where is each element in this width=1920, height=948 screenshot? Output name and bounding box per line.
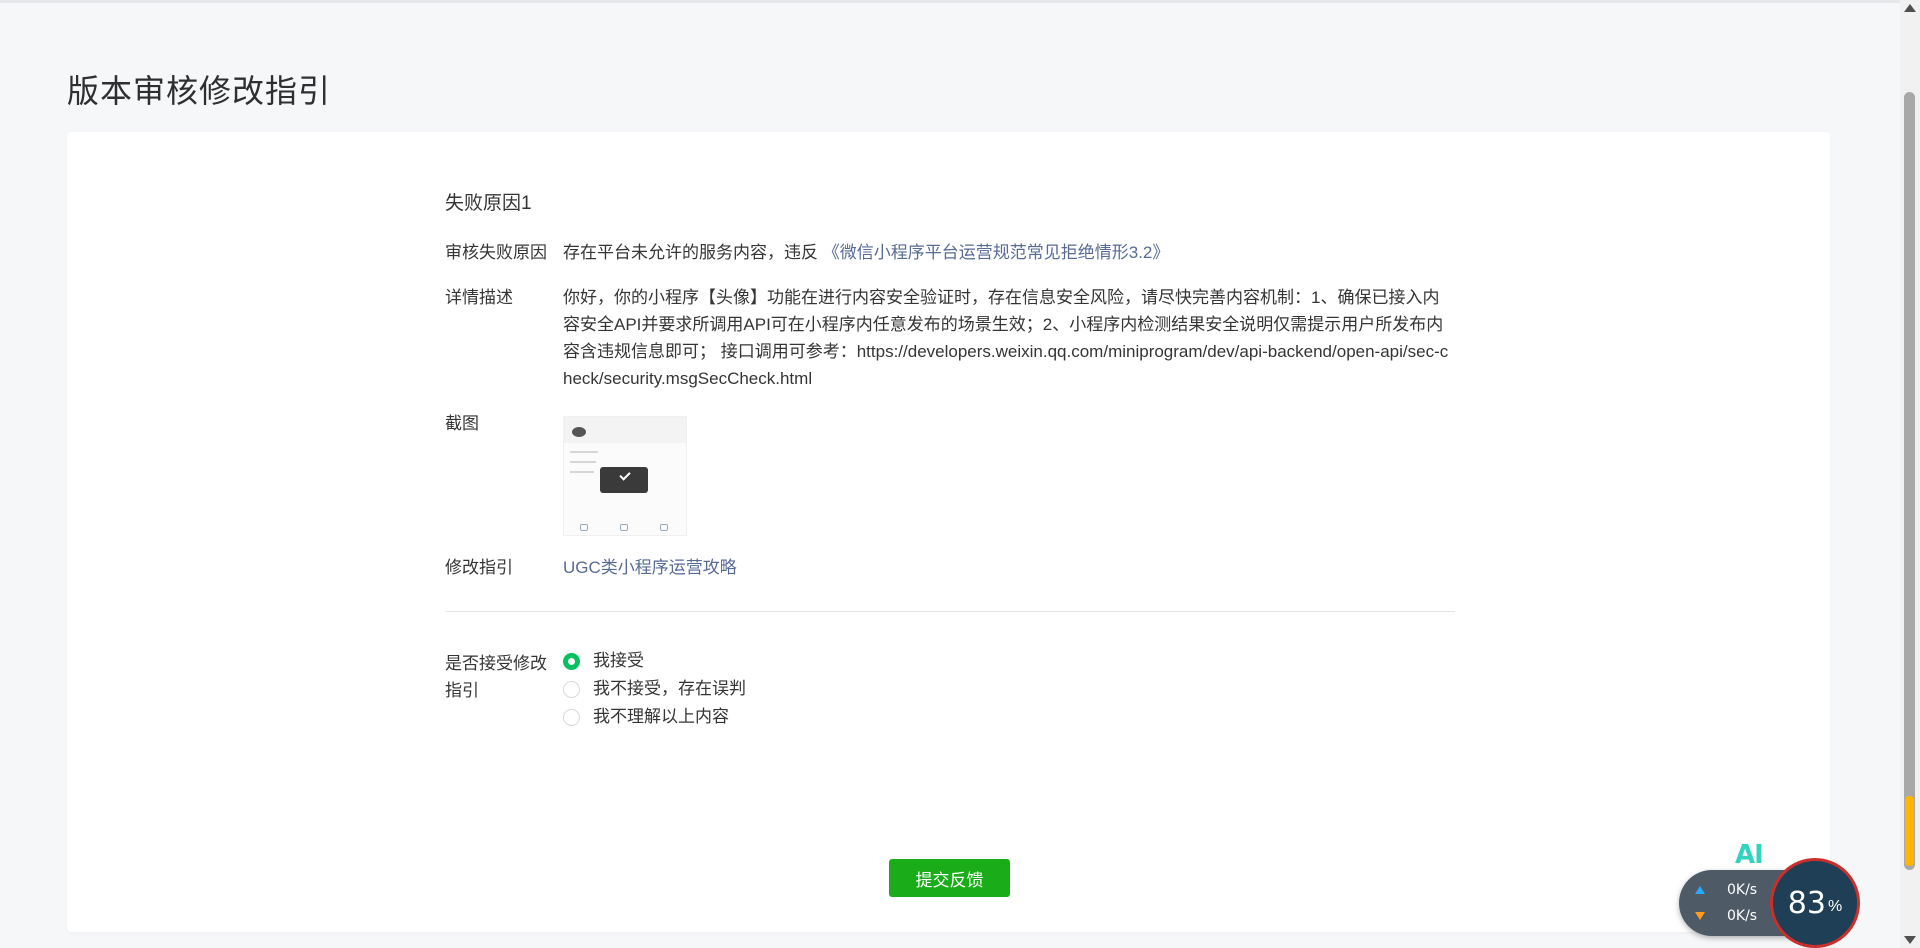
vertical-scrollbar[interactable] — [1900, 0, 1920, 948]
upload-arrow-icon — [1695, 886, 1705, 894]
review-card: 失败原因1 审核失败原因 存在平台未允许的服务内容，违反 《微信小程序平台运营规… — [67, 132, 1830, 932]
radio-unchecked-icon[interactable] — [563, 680, 580, 698]
review-content: 失败原因1 审核失败原因 存在平台未允许的服务内容，违反 《微信小程序平台运营规… — [445, 188, 1455, 746]
upload-speed-row: 0K/s — [1695, 882, 1757, 898]
scrollbar-thumb[interactable] — [1904, 92, 1915, 870]
radio-not-understand-label: 我不理解以上内容 — [593, 707, 729, 726]
download-arrow-icon — [1695, 912, 1705, 920]
guide-label: 修改指引 — [445, 558, 513, 577]
detail-label: 详情描述 — [445, 288, 513, 307]
ai-badge[interactable]: AI — [1735, 840, 1764, 870]
accept-row: 是否接受修改指引 我接受 我不接受，存在误判 我不理解以上内容 — [445, 650, 1455, 728]
top-border — [0, 0, 1900, 3]
screenshot-label: 截图 — [445, 414, 479, 433]
radio-accept[interactable]: 我接受 — [563, 650, 1455, 672]
accept-radio-group: 我接受 我不接受，存在误判 我不理解以上内容 — [563, 650, 1455, 728]
radio-reject-misjudge[interactable]: 我不接受，存在误判 — [563, 678, 1455, 700]
detail-row: 详情描述 你好，你的小程序【头像】功能在进行内容安全验证时，存在信息安全风险，请… — [445, 284, 1455, 392]
radio-accept-label: 我接受 — [593, 651, 644, 670]
failure-section-title: 失败原因1 — [445, 193, 532, 214]
guide-value: UGC类小程序运营攻略 — [563, 554, 1455, 581]
screenshot-row: 截图 — [445, 410, 1455, 536]
upload-speed: 0K/s — [1727, 882, 1758, 898]
submit-feedback-button[interactable]: 提交反馈 — [889, 859, 1010, 897]
radio-unchecked-icon[interactable] — [563, 708, 580, 726]
scroll-up-icon[interactable] — [1904, 4, 1916, 12]
reason-row: 审核失败原因 存在平台未允许的服务内容，违反 《微信小程序平台运营规范常见拒绝情… — [445, 239, 1455, 266]
radio-not-understand[interactable]: 我不理解以上内容 — [563, 706, 1455, 728]
rule-link[interactable]: 《微信小程序平台运营规范常见拒绝情形3.2》 — [823, 243, 1170, 262]
page-title: 版本审核修改指引 — [67, 73, 332, 109]
guide-link[interactable]: UGC类小程序运营攻略 — [563, 558, 737, 577]
scrollbar-accent — [1905, 796, 1914, 866]
cpu-value: 83 — [1787, 885, 1826, 921]
download-speed-row: 0K/s — [1695, 908, 1757, 924]
cpu-unit: % — [1827, 898, 1843, 915]
reason-value: 存在平台未允许的服务内容，违反 《微信小程序平台运营规范常见拒绝情形3.2》 — [563, 239, 1455, 266]
divider — [445, 611, 1455, 612]
screenshot-thumbnail[interactable] — [563, 416, 687, 536]
radio-reject-label: 我不接受，存在误判 — [593, 679, 746, 698]
accept-label: 是否接受修改指引 — [445, 654, 547, 700]
reason-label: 审核失败原因 — [445, 243, 547, 262]
radio-checked-icon[interactable] — [563, 652, 580, 670]
detail-text: 你好，你的小程序【头像】功能在进行内容安全验证时，存在信息安全风险，请尽快完善内… — [563, 288, 1449, 388]
reason-text: 存在平台未允许的服务内容，违反 — [563, 243, 818, 262]
screenshot-value — [563, 410, 1455, 536]
scroll-down-icon[interactable] — [1904, 936, 1916, 944]
guide-row: 修改指引 UGC类小程序运营攻略 — [445, 554, 1455, 581]
cpu-usage-ring[interactable]: 83 % — [1770, 858, 1860, 948]
download-speed: 0K/s — [1727, 908, 1758, 924]
